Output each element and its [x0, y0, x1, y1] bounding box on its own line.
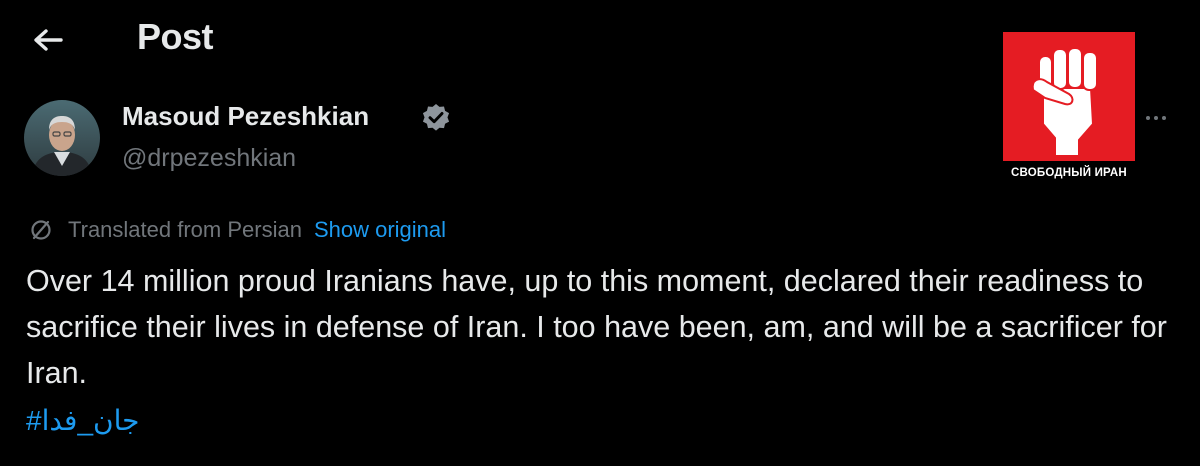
page-title: Post	[137, 16, 214, 57]
arrow-left-icon	[34, 29, 63, 51]
watermark-caption: СВОБОДНЫЙ ИРАН	[1011, 167, 1127, 179]
back-button[interactable]	[28, 20, 68, 60]
translate-globe-icon	[28, 217, 54, 243]
show-original-link[interactable]: Show original	[314, 217, 446, 243]
translated-from-label: Translated from Persian	[68, 217, 302, 242]
raised-fist-icon	[1031, 47, 1098, 157]
translation-bar: Translated from Persian Show original	[28, 214, 446, 246]
watermark-square	[1003, 32, 1135, 161]
watermark-logo: СВОБОДНЫЙ ИРАН	[1003, 32, 1135, 187]
author-handle[interactable]: @drpezeshkian	[122, 144, 296, 173]
avatar[interactable]	[24, 100, 100, 176]
verified-badge-icon	[422, 104, 450, 131]
tweet-text: Over 14 million proud Iranians have, up …	[26, 264, 1167, 390]
author-name[interactable]: Masoud Pezeshkian	[122, 101, 369, 132]
more-horizontal-icon	[1146, 116, 1150, 120]
more-options-button[interactable]	[1138, 104, 1174, 132]
hashtag-link[interactable]: #جان_فدا	[26, 404, 139, 437]
